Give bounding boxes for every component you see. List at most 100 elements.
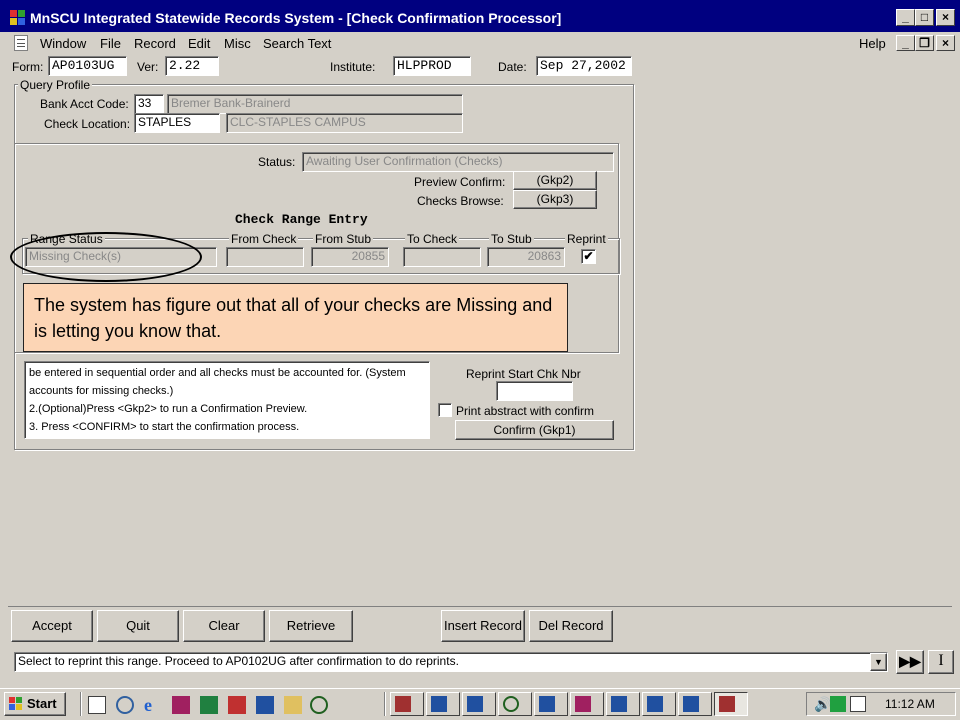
- message-line: Select to reprint this range. Proceed to…: [14, 652, 888, 672]
- text-cursor-button[interactable]: I: [928, 650, 954, 674]
- col-from-check: From Check: [229, 232, 299, 246]
- tray-app-icon[interactable]: [850, 696, 866, 712]
- text-cursor-icon: I: [938, 652, 944, 669]
- excel-icon[interactable]: [200, 696, 218, 714]
- menu-edit[interactable]: Edit: [188, 36, 210, 51]
- clock[interactable]: 11:12 AM: [885, 697, 935, 711]
- minimize-button[interactable]: _: [896, 9, 915, 26]
- menu-help[interactable]: Help: [859, 36, 886, 51]
- maximize-icon: □: [920, 10, 929, 24]
- internet-explorer-icon[interactable]: e: [144, 696, 162, 714]
- check-range-entry-title: Check Range Entry: [235, 212, 368, 227]
- instruction-line: 2.(Optional)Press <Gkp2> to run a Confir…: [29, 403, 308, 415]
- annotation-callout: The system has figure out that all of yo…: [23, 283, 568, 352]
- col-to-stub: To Stub: [489, 232, 534, 246]
- version-field[interactable]: 2.22: [165, 56, 219, 76]
- accept-button[interactable]: Accept: [11, 610, 93, 642]
- reprint-checkbox[interactable]: ✔: [581, 249, 596, 264]
- bank-acct-label: Bank Acct Code:: [40, 97, 129, 111]
- task-button[interactable]: [498, 692, 532, 716]
- clear-button[interactable]: Clear: [183, 610, 265, 642]
- powerpoint-icon[interactable]: [172, 696, 190, 714]
- access-icon[interactable]: [228, 696, 246, 714]
- powerpoint-icon: [575, 696, 591, 712]
- close-icon: ×: [941, 10, 949, 24]
- instructions-box[interactable]: be entered in sequential order and all c…: [24, 361, 430, 439]
- bank-name-field: Bremer Bank-Brainerd: [167, 94, 463, 114]
- date-field[interactable]: Sep 27,2002: [536, 56, 632, 76]
- instruction-line: be entered in sequential order and all c…: [29, 367, 406, 379]
- instruction-line: 3. Press <CONFIRM> to start the confirma…: [29, 421, 300, 433]
- app-icon[interactable]: [10, 10, 26, 26]
- quit-button[interactable]: Quit: [97, 610, 179, 642]
- minimize-icon: _: [902, 10, 909, 24]
- restore-icon: ❐: [919, 36, 930, 50]
- task-button[interactable]: [390, 692, 424, 716]
- zip-icon[interactable]: [284, 696, 302, 714]
- notepad-icon[interactable]: [88, 696, 106, 714]
- message-dropdown-button[interactable]: ▼: [870, 653, 887, 671]
- form-field[interactable]: AP0103UG: [48, 56, 127, 76]
- network-icon[interactable]: [830, 696, 846, 712]
- netscape-icon: [503, 696, 519, 712]
- insert-record-button[interactable]: Insert Record: [441, 610, 525, 642]
- retrieve-button[interactable]: Retrieve: [269, 610, 353, 642]
- task-button[interactable]: [606, 692, 640, 716]
- check-icon: ✔: [583, 249, 594, 263]
- task-button[interactable]: [462, 692, 496, 716]
- col-reprint: Reprint: [565, 232, 608, 246]
- check-location-label: Check Location:: [44, 117, 131, 131]
- task-button[interactable]: [642, 692, 676, 716]
- print-abstract-label: Print abstract with confirm: [456, 404, 595, 418]
- doc-close-button[interactable]: ×: [936, 35, 955, 51]
- status-label: Status:: [258, 155, 296, 169]
- document-icon[interactable]: [14, 35, 28, 51]
- menu-record[interactable]: Record: [134, 36, 176, 51]
- doc-restore-button[interactable]: ❐: [915, 35, 934, 51]
- menu-search-text[interactable]: Search Text: [263, 36, 331, 51]
- print-abstract-checkbox[interactable]: [438, 403, 452, 417]
- institute-field[interactable]: HLPPROD: [393, 56, 471, 76]
- col-from-stub: From Stub: [313, 232, 374, 246]
- task-button-active[interactable]: [714, 692, 748, 716]
- status-field: Awaiting User Confirmation (Checks): [302, 152, 614, 172]
- maximize-button[interactable]: □: [915, 9, 934, 26]
- doc-minimize-button[interactable]: _: [896, 35, 915, 51]
- highlight-ellipse: [10, 232, 202, 282]
- task-button[interactable]: [426, 692, 460, 716]
- task-button[interactable]: [534, 692, 568, 716]
- close-button[interactable]: ×: [936, 9, 955, 26]
- instruction-line: accounts for missing checks.): [29, 385, 174, 397]
- netscape-icon[interactable]: [310, 696, 328, 714]
- col-to-check: To Check: [405, 232, 460, 246]
- close-icon: ×: [941, 36, 949, 50]
- to-stub-field: 20863: [487, 247, 565, 267]
- bank-code-field[interactable]: 33: [134, 94, 164, 114]
- confirm-button[interactable]: Confirm (Gkp1): [455, 420, 614, 440]
- taskbar-divider: [384, 692, 386, 716]
- speaker-icon[interactable]: 🔊: [814, 696, 831, 712]
- word-icon[interactable]: [256, 696, 274, 714]
- taskbar-divider: [80, 692, 82, 716]
- from-stub-field: 20855: [311, 247, 389, 267]
- menu-file[interactable]: File: [100, 36, 121, 51]
- del-record-button[interactable]: Del Record: [529, 610, 613, 642]
- task-button[interactable]: [570, 692, 604, 716]
- reprint-start-field[interactable]: [496, 381, 573, 401]
- start-label: Start: [27, 696, 57, 711]
- task-button[interactable]: [678, 692, 712, 716]
- to-check-field: [403, 247, 481, 267]
- menu-window[interactable]: Window: [40, 36, 86, 51]
- start-button[interactable]: Start: [4, 692, 66, 716]
- check-location-field[interactable]: STAPLES: [134, 113, 220, 133]
- preview-confirm-label: Preview Confirm:: [414, 175, 506, 189]
- menu-misc[interactable]: Misc: [224, 36, 251, 51]
- word-icon: [539, 696, 555, 712]
- preview-confirm-button[interactable]: (Gkp2): [513, 171, 597, 190]
- next-button[interactable]: ▶▶: [896, 650, 924, 674]
- app-icon: [719, 696, 735, 712]
- checks-browse-button[interactable]: (Gkp3): [513, 190, 597, 209]
- word-icon: [467, 696, 483, 712]
- search-icon[interactable]: [116, 696, 134, 714]
- institute-label: Institute:: [330, 60, 376, 74]
